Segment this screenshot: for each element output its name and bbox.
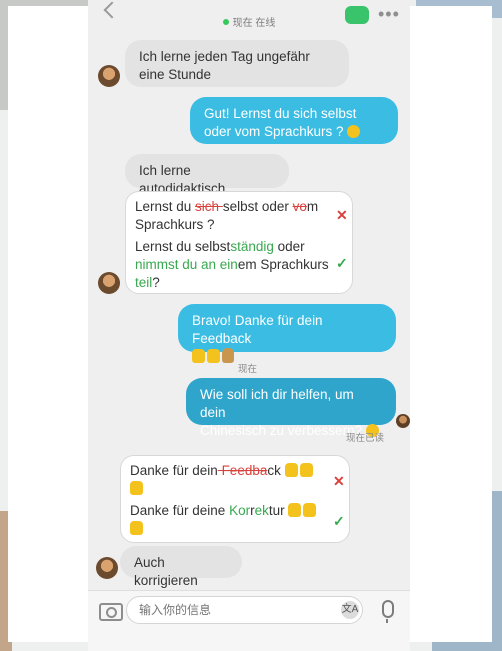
thumbs-up-emoji-icon bbox=[207, 349, 220, 363]
hand-emoji-icon bbox=[222, 348, 234, 363]
avatar[interactable] bbox=[98, 272, 120, 294]
message-bubble-outgoing[interactable]: Wie soll ich dir helfen, um dein Chinesi… bbox=[186, 378, 396, 438]
chat-header: 现在 在线 ••• bbox=[88, 0, 410, 30]
online-dot-icon bbox=[222, 19, 229, 25]
message-bubble-incoming[interactable]: Ich lerne autodidaktisch bbox=[125, 154, 289, 196]
correction-card[interactable]: Lernst du sich selbst oder vom Sprachkurs… bbox=[125, 191, 353, 294]
message-text: Chinesisch zu verbessern? bbox=[200, 423, 363, 438]
message-bubble-incoming[interactable]: Auch korrigieren bbox=[120, 546, 242, 588]
smile-emoji-icon bbox=[347, 125, 361, 138]
chat-screen: 现在 在线 ••• Ich lerne jeden Tag ungefähr e… bbox=[88, 0, 410, 651]
translate-icon[interactable]: 文A bbox=[341, 601, 359, 619]
message-text: Wie soll ich dir helfen, um dein bbox=[200, 387, 354, 420]
thumbs-up-emoji-icon bbox=[284, 463, 298, 477]
thumbs-up-emoji-icon bbox=[192, 349, 205, 363]
correct-mark-icon: ✓ bbox=[336, 255, 348, 271]
message-text: Ich lerne jeden Tag ungefähr eine Stunde bbox=[139, 49, 310, 82]
message-text: Auch korrigieren bbox=[134, 555, 198, 588]
corrected-sentence: Danke für deine Korrektur bbox=[130, 502, 330, 538]
thumbs-up-emoji-icon bbox=[288, 503, 302, 517]
wrong-sentence: Danke für dein Feedback bbox=[130, 462, 320, 498]
message-bubble-outgoing[interactable]: Gut! Lernst du sich selbst oder vom Spra… bbox=[190, 97, 398, 144]
message-bubble-incoming[interactable]: Ich lerne jeden Tag ungefähr eine Stunde bbox=[125, 40, 349, 87]
wrong-sentence: Lernst du sich selbst oder vom Sprachkurs… bbox=[135, 199, 319, 232]
correct-mark-icon: ✓ bbox=[333, 513, 345, 529]
camera-icon[interactable] bbox=[99, 603, 123, 621]
thumbs-up-emoji-icon bbox=[303, 503, 317, 517]
corrected-sentence: Lernst du selbstständig oder nimmst du an… bbox=[135, 239, 329, 290]
thumbs-up-emoji-icon bbox=[299, 463, 313, 477]
message-input-bar: 文A bbox=[88, 590, 410, 651]
wrong-mark-icon: ✕ bbox=[336, 207, 348, 223]
my-avatar[interactable] bbox=[396, 414, 410, 428]
message-text: Bravo! Danke für dein Feedback bbox=[192, 313, 323, 346]
message-text: Gut! Lernst du sich selbst oder vom Spra… bbox=[204, 106, 357, 139]
message-input[interactable] bbox=[126, 596, 363, 624]
status-text: 现在 在线 bbox=[232, 18, 276, 29]
read-receipt: 现在已读 bbox=[346, 433, 385, 444]
thumbs-up-emoji-icon bbox=[130, 481, 143, 495]
correction-card[interactable]: Danke für dein Feedback ✕ Danke für dein… bbox=[120, 455, 350, 543]
thumbs-up-emoji-icon bbox=[130, 521, 143, 535]
microphone-icon[interactable] bbox=[382, 600, 394, 623]
video-call-icon[interactable] bbox=[345, 6, 369, 24]
more-icon[interactable]: ••• bbox=[378, 4, 400, 25]
avatar[interactable] bbox=[96, 557, 118, 579]
message-bubble-outgoing[interactable]: Bravo! Danke für dein Feedback bbox=[178, 304, 396, 363]
timestamp: 现在 bbox=[238, 364, 258, 375]
wrong-mark-icon: ✕ bbox=[333, 473, 345, 489]
avatar[interactable] bbox=[98, 65, 120, 87]
